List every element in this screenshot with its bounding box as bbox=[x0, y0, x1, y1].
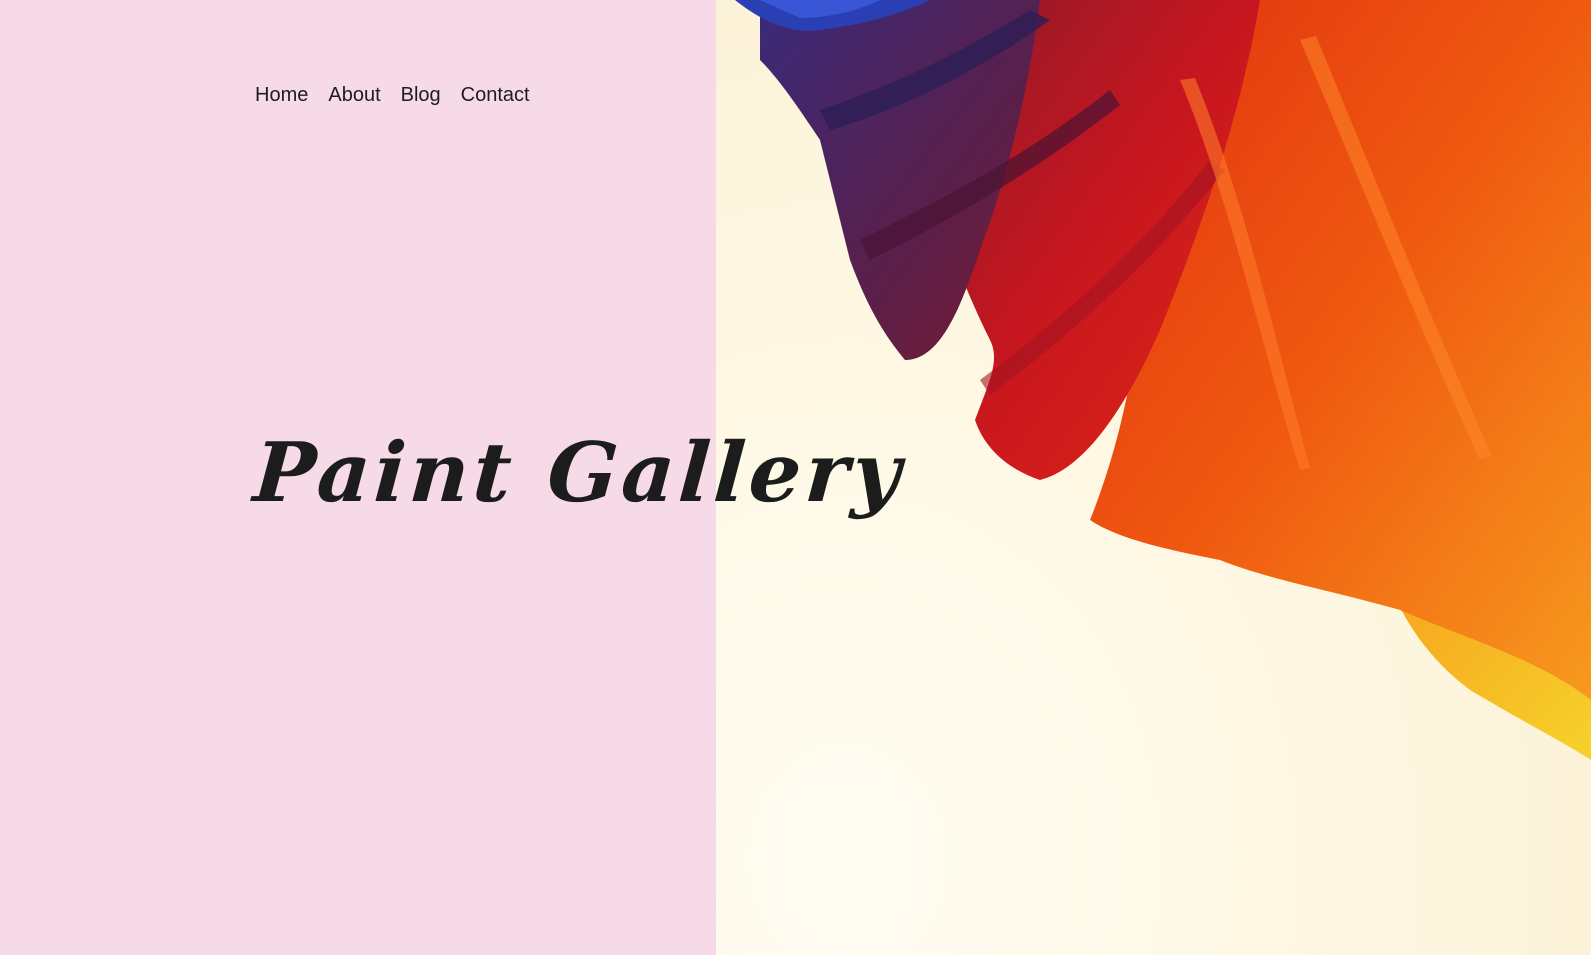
main-nav: Home About Blog Contact bbox=[255, 82, 530, 108]
hero-title: Paint Gallery bbox=[250, 425, 908, 521]
nav-blog-link[interactable]: Blog bbox=[401, 82, 441, 108]
nav-contact-link[interactable]: Contact bbox=[461, 82, 530, 108]
nav-about-link[interactable]: About bbox=[328, 82, 380, 108]
nav-home-link[interactable]: Home bbox=[255, 82, 308, 108]
